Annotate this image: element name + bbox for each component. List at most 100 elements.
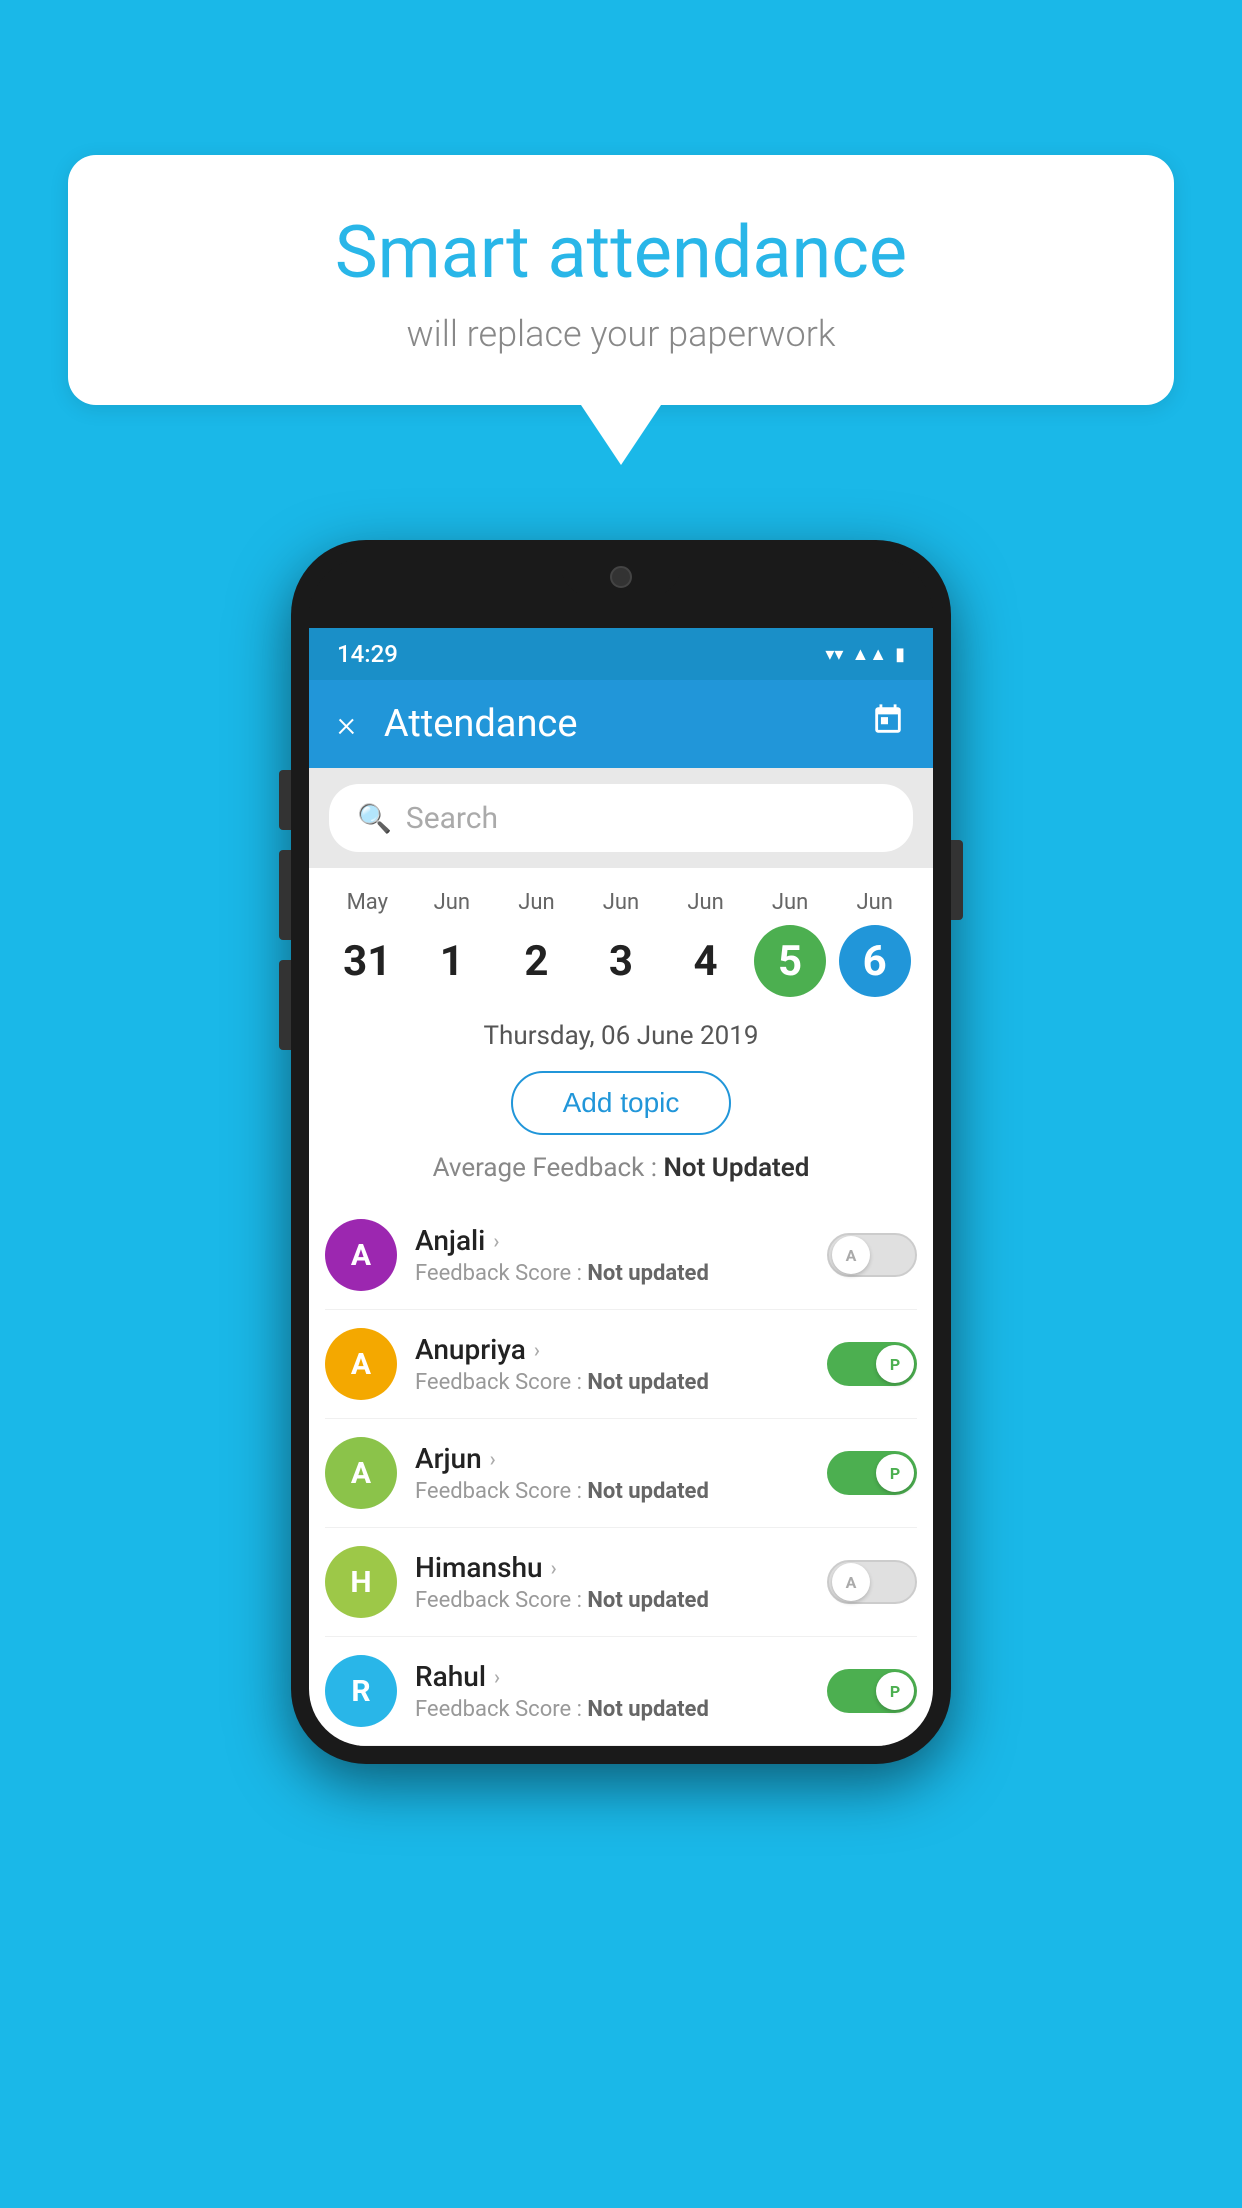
speech-bubble-subtitle: will replace your paperwork — [128, 313, 1114, 355]
calendar-day[interactable]: May 31 — [329, 890, 405, 997]
student-score: Feedback Score : Not updated — [415, 1697, 809, 1722]
phone-body: 14:29 ▾▾ ▲▲ ▮ × Attendance — [291, 540, 951, 1764]
calendar-day[interactable]: Jun 2 — [498, 890, 574, 997]
calendar-day-number[interactable]: 31 — [331, 925, 403, 997]
speech-bubble-title: Smart attendance — [128, 210, 1114, 295]
avatar: R — [325, 1655, 397, 1727]
toggle-container[interactable]: P — [827, 1669, 917, 1713]
calendar-month-label: Jun — [687, 890, 723, 915]
student-name: Rahul › — [415, 1660, 809, 1693]
student-info: Rahul › Feedback Score : Not updated — [415, 1660, 809, 1722]
student-list: AAnjali ›Feedback Score : Not updatedAAA… — [309, 1201, 933, 1746]
chevron-right-icon: › — [534, 1338, 540, 1362]
toggle-knob: P — [876, 1345, 914, 1383]
calendar-month-label: Jun — [518, 890, 554, 915]
search-bar[interactable]: 🔍 Search — [329, 784, 913, 852]
avg-feedback-label: Average Feedback : — [433, 1153, 664, 1183]
speech-bubble: Smart attendance will replace your paper… — [68, 155, 1174, 405]
toggle-container[interactable]: A — [827, 1233, 917, 1277]
search-placeholder: Search — [406, 801, 498, 836]
volume-up-button — [279, 850, 291, 940]
calendar-day-number[interactable]: 1 — [416, 925, 488, 997]
chevron-right-icon: › — [494, 1665, 500, 1689]
attendance-toggle[interactable]: P — [827, 1451, 917, 1495]
calendar-day-number[interactable]: 4 — [670, 925, 742, 997]
calendar-icon[interactable] — [871, 703, 905, 745]
student-score: Feedback Score : Not updated — [415, 1261, 809, 1286]
attendance-toggle[interactable]: A — [827, 1233, 917, 1277]
close-button[interactable]: × — [337, 703, 356, 745]
battery-icon: ▮ — [895, 644, 905, 665]
calendar-day[interactable]: Jun 3 — [583, 890, 659, 997]
speech-bubble-container: Smart attendance will replace your paper… — [68, 155, 1174, 465]
add-topic-button[interactable]: Add topic — [511, 1071, 732, 1135]
app-header: × Attendance — [309, 680, 933, 768]
calendar-day[interactable]: Jun 1 — [414, 890, 490, 997]
mute-button — [279, 770, 291, 830]
speech-bubble-tail — [581, 405, 661, 465]
app-screen: × Attendance 🔍 Search May31Jun1Jun2Jun3J… — [309, 680, 933, 1746]
phone-camera — [610, 566, 632, 588]
phone-container: 14:29 ▾▾ ▲▲ ▮ × Attendance — [291, 540, 951, 1764]
avatar: H — [325, 1546, 397, 1618]
calendar-day-number[interactable]: 5 — [754, 925, 826, 997]
avatar: A — [325, 1219, 397, 1291]
volume-down-button — [279, 960, 291, 1050]
avatar: A — [325, 1437, 397, 1509]
toggle-knob: P — [876, 1454, 914, 1492]
student-row[interactable]: R Rahul › Feedback Score : Not updated P — [325, 1637, 917, 1746]
wifi-icon: ▾▾ — [825, 644, 843, 665]
status-icons: ▾▾ ▲▲ ▮ — [825, 644, 905, 665]
attendance-toggle[interactable]: P — [827, 1669, 917, 1713]
calendar-day-number[interactable]: 6 — [839, 925, 911, 997]
student-row[interactable]: H Himanshu › Feedback Score : Not updated A — [325, 1528, 917, 1637]
student-name: Himanshu › — [415, 1551, 809, 1584]
toggle-knob: P — [876, 1672, 914, 1710]
student-name: Arjun › — [415, 1442, 809, 1475]
phone-notch — [561, 558, 681, 596]
chevron-right-icon: › — [490, 1447, 496, 1471]
student-info: Anjali › Feedback Score : Not updated — [415, 1224, 809, 1286]
add-topic-container: Add topic — [309, 1061, 933, 1153]
average-feedback: Average Feedback : Not Updated — [309, 1153, 933, 1201]
calendar-day-number[interactable]: 3 — [585, 925, 657, 997]
toggle-container[interactable]: A — [827, 1560, 917, 1604]
toggle-knob: A — [832, 1563, 870, 1601]
search-container: 🔍 Search — [309, 768, 933, 868]
attendance-toggle[interactable]: A — [827, 1560, 917, 1604]
status-bar: 14:29 ▾▾ ▲▲ ▮ — [309, 628, 933, 680]
student-name: Anupriya › — [415, 1333, 809, 1366]
student-row[interactable]: A Anupriya › Feedback Score : Not updated P — [325, 1310, 917, 1419]
avg-feedback-value: Not Updated — [663, 1153, 809, 1183]
calendar-day[interactable]: Jun 6 — [837, 890, 913, 997]
student-row[interactable]: A Anjali › Feedback Score : Not updated A — [325, 1201, 917, 1310]
calendar-month-label: Jun — [772, 890, 808, 915]
signal-icon: ▲▲ — [851, 644, 887, 665]
student-info: Anupriya › Feedback Score : Not updated — [415, 1333, 809, 1395]
student-row[interactable]: A Arjun › Feedback Score : Not updated P — [325, 1419, 917, 1528]
toggle-container[interactable]: P — [827, 1451, 917, 1495]
phone-notch-bar — [309, 558, 933, 628]
student-info: Himanshu › Feedback Score : Not updated — [415, 1551, 809, 1613]
student-score: Feedback Score : Not updated — [415, 1479, 809, 1504]
attendance-toggle[interactable]: P — [827, 1342, 917, 1386]
calendar-strip: May 31 Jun 1 Jun 2 Jun 3 Jun 4 Jun 5 Jun 6 — [309, 868, 933, 1007]
student-score: Feedback Score : Not updated — [415, 1588, 809, 1613]
calendar-day-number[interactable]: 2 — [500, 925, 572, 997]
student-name: Anjali › — [415, 1224, 809, 1257]
calendar-month-label: May — [347, 890, 388, 915]
student-score: Feedback Score : Not updated — [415, 1370, 809, 1395]
chevron-right-icon: › — [551, 1556, 557, 1580]
calendar-day[interactable]: Jun 5 — [752, 890, 828, 997]
toggle-knob: A — [832, 1236, 870, 1274]
chevron-right-icon: › — [493, 1229, 499, 1253]
selected-date-label: Thursday, 06 June 2019 — [309, 1007, 933, 1061]
app-title: Attendance — [384, 702, 843, 746]
calendar-month-label: Jun — [856, 890, 892, 915]
status-time: 14:29 — [337, 640, 398, 668]
calendar-month-label: Jun — [603, 890, 639, 915]
toggle-container[interactable]: P — [827, 1342, 917, 1386]
avatar: A — [325, 1328, 397, 1400]
calendar-month-label: Jun — [434, 890, 470, 915]
calendar-day[interactable]: Jun 4 — [668, 890, 744, 997]
